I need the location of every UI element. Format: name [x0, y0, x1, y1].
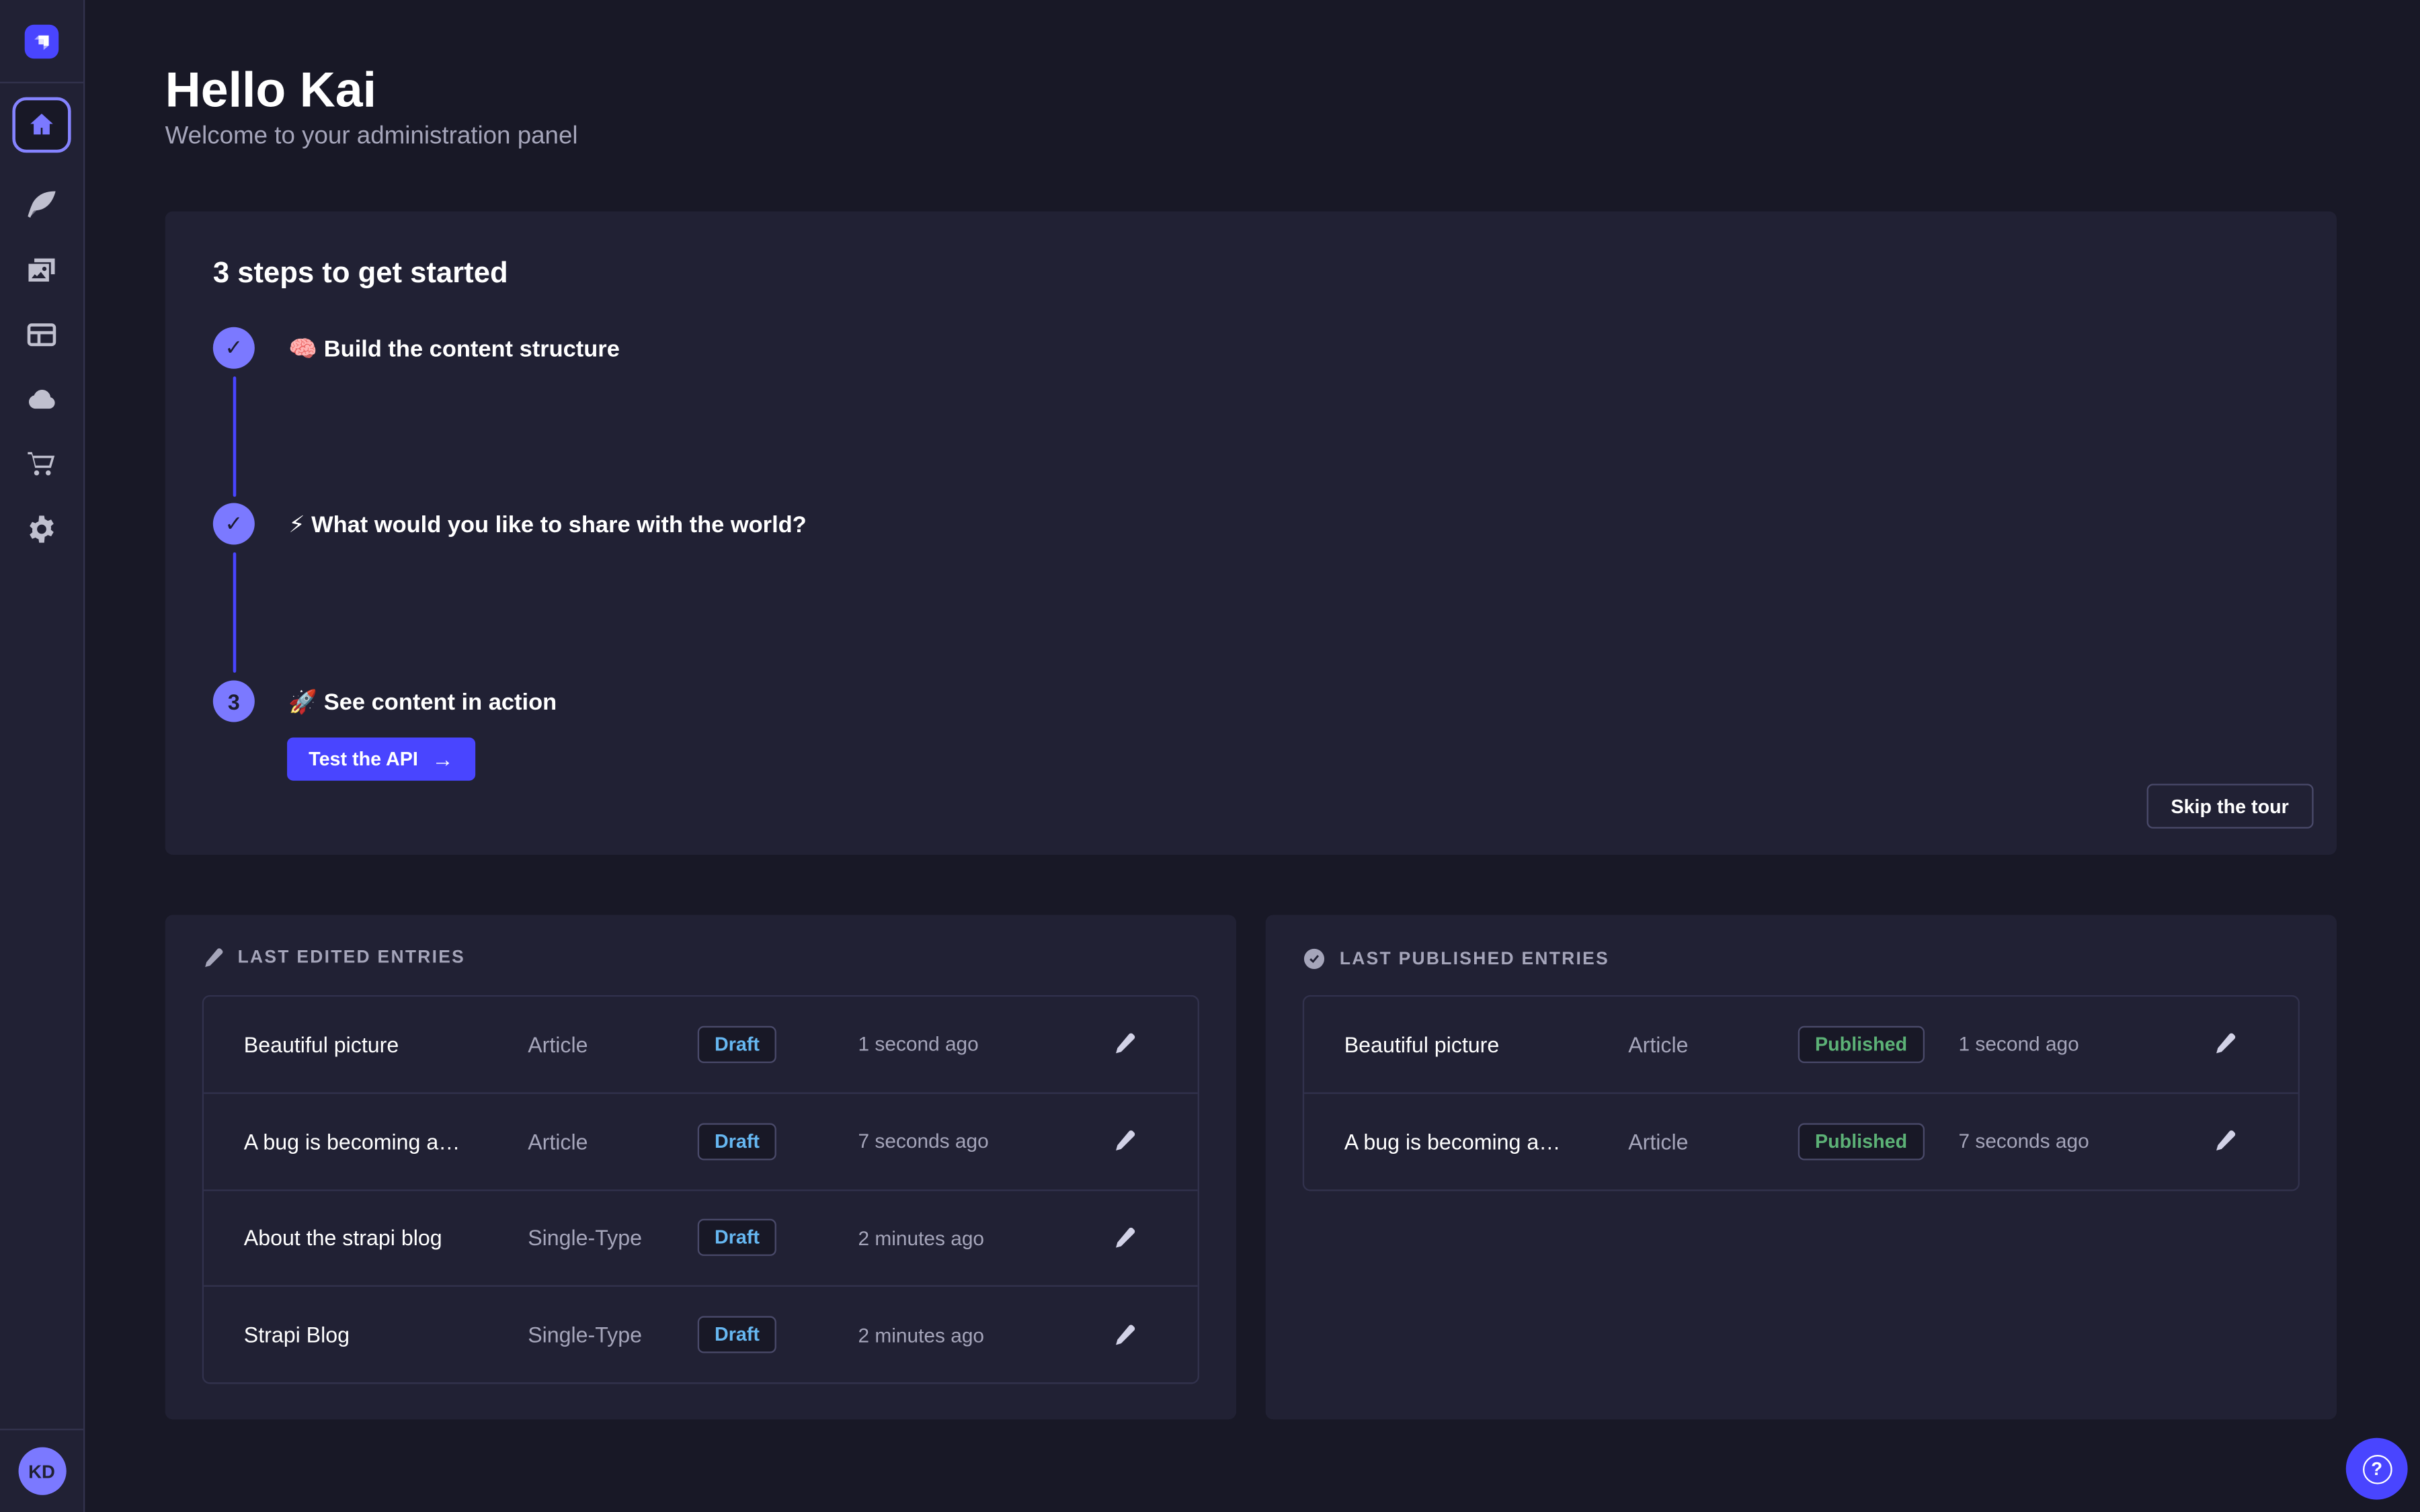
step-1-indicator: ✓ — [213, 327, 255, 369]
sidebar-nav — [25, 190, 59, 544]
pencil-icon — [1113, 1226, 1135, 1249]
arrow-right-icon: → — [432, 747, 453, 771]
pencil-icon — [1113, 1130, 1135, 1152]
main-content: Hello Kai Welcome to your administration… — [83, 0, 2420, 1512]
entry-type: Article — [1628, 1032, 1798, 1057]
last-published-table: Beautiful picture Article Published 1 se… — [1303, 995, 2300, 1191]
entry-title[interactable]: Strapi Blog — [244, 1322, 528, 1347]
status-badge: Draft — [698, 1026, 776, 1063]
last-edited-panel: LAST EDITED ENTRIES Beautiful picture Ar… — [165, 915, 1236, 1419]
skip-tour-button[interactable]: Skip the tour — [2146, 784, 2314, 829]
panel-title: LAST PUBLISHED ENTRIES — [1340, 950, 1609, 968]
strapi-logo — [25, 25, 59, 59]
test-api-label: Test the API — [309, 749, 418, 770]
pencil-icon — [1113, 1323, 1135, 1346]
step-3-label: 🚀 See content in action — [288, 681, 557, 722]
check-circle-icon — [1303, 948, 1326, 970]
check-icon: ✓ — [225, 335, 243, 361]
guided-tour-title: 3 steps to get started — [213, 257, 508, 292]
status-badge: Published — [1798, 1026, 1925, 1063]
pencil-icon — [2213, 1033, 2236, 1056]
images-icon — [26, 255, 57, 286]
entry-time: 2 minutes ago — [858, 1226, 1093, 1249]
feather-icon — [26, 190, 57, 220]
layout-icon — [26, 319, 57, 350]
sidebar-divider — [0, 1429, 83, 1430]
status-badge: Published — [1798, 1123, 1925, 1160]
entry-title[interactable]: A bug is becoming a… — [244, 1129, 528, 1154]
sidebar-item-content-manager[interactable] — [25, 190, 59, 220]
sidebar-item-settings[interactable] — [25, 514, 59, 545]
entry-title[interactable]: About the strapi blog — [244, 1226, 528, 1251]
strapi-admin-window: KD Hello Kai Welcome to your administrat… — [0, 0, 2420, 1512]
sidebar-item-home[interactable] — [12, 97, 71, 153]
edit-entry-button[interactable] — [1113, 1130, 1135, 1152]
last-published-header: LAST PUBLISHED ENTRIES — [1303, 948, 1609, 970]
user-avatar[interactable]: KD — [17, 1447, 65, 1495]
gear-icon — [26, 514, 57, 545]
entry-time: 7 seconds ago — [1959, 1130, 2193, 1152]
entry-title[interactable]: A bug is becoming a… — [1344, 1129, 1628, 1154]
entry-type: Article — [528, 1129, 698, 1154]
cart-icon — [26, 449, 57, 480]
entry-time: 7 seconds ago — [858, 1130, 1093, 1152]
page-subtitle: Welcome to your administration panel — [165, 124, 578, 151]
entry-time: 2 minutes ago — [858, 1323, 1093, 1346]
table-row: About the strapi blog Single-Type Draft … — [204, 1189, 1198, 1286]
edit-entry-button[interactable] — [1113, 1226, 1135, 1249]
entry-type: Single-Type — [528, 1226, 698, 1251]
entry-time: 1 second ago — [858, 1033, 1093, 1056]
pencil-icon — [1113, 1033, 1135, 1056]
step-connector — [233, 552, 237, 673]
edit-entry-button[interactable] — [2213, 1130, 2236, 1152]
status-badge: Draft — [698, 1220, 776, 1257]
table-row: Beautiful picture Article Published 1 se… — [1304, 997, 2298, 1092]
entry-time: 1 second ago — [1959, 1033, 2193, 1056]
page-title: Hello Kai — [165, 62, 376, 119]
edit-entry-button[interactable] — [1113, 1323, 1135, 1346]
table-row: Beautiful picture Article Draft 1 second… — [204, 997, 1198, 1092]
entry-title[interactable]: Beautiful picture — [244, 1032, 528, 1057]
step-3-indicator: 3 — [213, 681, 255, 722]
pencil-icon — [202, 948, 224, 969]
step-connector — [233, 376, 237, 497]
entry-title[interactable]: Beautiful picture — [1344, 1032, 1628, 1057]
sidebar: KD — [0, 0, 85, 1512]
entry-type: Article — [528, 1032, 698, 1057]
home-icon — [28, 111, 55, 138]
step-2-indicator: ✓ — [213, 503, 255, 544]
cloud-icon — [26, 384, 57, 415]
sidebar-item-cloud[interactable] — [25, 384, 59, 415]
edit-entry-button[interactable] — [2213, 1033, 2236, 1056]
last-edited-table: Beautiful picture Article Draft 1 second… — [202, 995, 1199, 1384]
sidebar-item-marketplace[interactable] — [25, 449, 59, 480]
step-3-number: 3 — [228, 689, 240, 714]
panel-title: LAST EDITED ENTRIES — [238, 949, 466, 968]
entry-type: Article — [1628, 1129, 1798, 1154]
test-api-button[interactable]: Test the API → — [287, 737, 475, 780]
strapi-logo-icon — [30, 30, 54, 54]
pencil-icon — [2213, 1130, 2236, 1152]
guided-tour-card: 3 steps to get started ✓ 🧠 Build the con… — [165, 212, 2337, 855]
entry-type: Single-Type — [528, 1322, 698, 1347]
sidebar-divider — [0, 82, 83, 83]
check-icon: ✓ — [225, 511, 243, 537]
last-published-panel: LAST PUBLISHED ENTRIES Beautiful picture… — [1266, 915, 2337, 1419]
sidebar-item-content-type-builder[interactable] — [25, 319, 59, 350]
question-icon: ? — [2362, 1454, 2392, 1484]
table-row: Strapi Blog Single-Type Draft 2 minutes … — [204, 1286, 1198, 1382]
edit-entry-button[interactable] — [1113, 1033, 1135, 1056]
last-edited-header: LAST EDITED ENTRIES — [202, 948, 465, 969]
step-1-label: 🧠 Build the content structure — [288, 327, 620, 369]
help-button[interactable]: ? — [2346, 1438, 2408, 1500]
status-badge: Draft — [698, 1316, 776, 1353]
sidebar-item-media-library[interactable] — [25, 255, 59, 286]
table-row: A bug is becoming a… Article Draft 7 sec… — [204, 1092, 1198, 1189]
table-row: A bug is becoming a… Article Published 7… — [1304, 1092, 2298, 1189]
status-badge: Draft — [698, 1123, 776, 1160]
step-2-label: ⚡ What would you like to share with the … — [288, 503, 806, 544]
sidebar-bottom: KD — [0, 1429, 83, 1512]
